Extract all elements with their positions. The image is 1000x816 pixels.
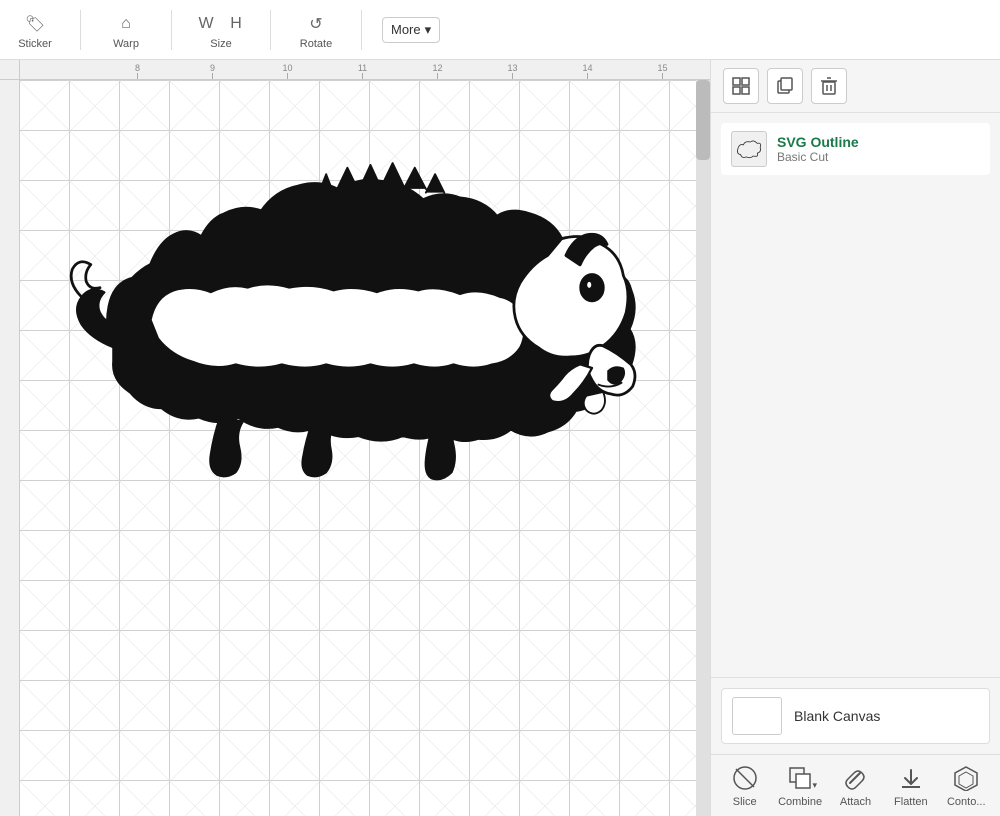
ruler-tick-10: 10 bbox=[250, 63, 325, 79]
top-toolbar: 🏷 Sticker ⌂ Warp W H Size ↺ Rotate More … bbox=[0, 0, 1000, 60]
sticker-icon: 🏷 bbox=[21, 10, 49, 38]
flatten-tool[interactable]: Flatten bbox=[886, 763, 936, 808]
divider-1 bbox=[80, 10, 81, 50]
add-layer-button[interactable] bbox=[723, 68, 759, 104]
scrollbar-thumb[interactable] bbox=[696, 80, 710, 160]
more-arrow: ▾ bbox=[425, 22, 432, 38]
layer-type: Basic Cut bbox=[777, 150, 859, 164]
divider-2 bbox=[171, 10, 172, 50]
contour-icon bbox=[951, 763, 981, 793]
layer-info: SVG Outline Basic Cut bbox=[777, 134, 859, 164]
size-label: Size bbox=[210, 38, 231, 50]
ruler-left bbox=[0, 80, 20, 816]
ruler-tick-12: 12 bbox=[400, 63, 475, 79]
contour-tool[interactable]: Conto... bbox=[941, 763, 991, 808]
layer-item[interactable]: SVG Outline Basic Cut bbox=[721, 123, 990, 175]
attach-label: Attach bbox=[840, 796, 871, 808]
grid-canvas[interactable] bbox=[20, 80, 696, 816]
attach-icon bbox=[840, 763, 870, 793]
canvas-area: 8 9 10 11 12 13 bbox=[0, 60, 710, 816]
ruler-tick-14: 14 bbox=[550, 63, 625, 79]
warp-tool[interactable]: ⌂ Warp bbox=[101, 10, 151, 50]
warp-label: Warp bbox=[113, 38, 139, 50]
more-button[interactable]: More ▾ bbox=[382, 17, 440, 43]
contour-label: Conto... bbox=[947, 796, 986, 808]
combine-icon: ▾ bbox=[785, 763, 815, 793]
ruler-tick-13: 13 bbox=[475, 63, 550, 79]
delete-layer-button[interactable] bbox=[811, 68, 847, 104]
combine-label: Combine bbox=[778, 796, 822, 808]
bottom-toolbar: Slice ▾ Combine Attach Flatten C bbox=[711, 754, 1000, 816]
attach-tool[interactable]: Attach bbox=[830, 763, 880, 808]
scrollbar-right[interactable] bbox=[696, 80, 710, 816]
blank-canvas-label: Blank Canvas bbox=[794, 708, 880, 724]
sticker-tool[interactable]: 🏷 Sticker bbox=[10, 10, 60, 50]
rotate-label: Rotate bbox=[300, 38, 332, 50]
blank-canvas-item[interactable]: Blank Canvas bbox=[721, 688, 990, 744]
divider-4 bbox=[361, 10, 362, 50]
blank-canvas-area: Blank Canvas bbox=[711, 677, 1000, 754]
rotate-icon: ↺ bbox=[302, 10, 330, 38]
hog-image bbox=[40, 130, 640, 510]
sticker-label: Sticker bbox=[18, 38, 52, 50]
divider-3 bbox=[270, 10, 271, 50]
hog-svg bbox=[40, 130, 640, 510]
layer-thumbnail bbox=[731, 131, 767, 167]
flatten-icon bbox=[896, 763, 926, 793]
rotate-tool[interactable]: ↺ Rotate bbox=[291, 10, 341, 50]
flatten-label: Flatten bbox=[894, 796, 928, 808]
layer-icons-bar bbox=[711, 60, 1000, 113]
duplicate-layer-button[interactable] bbox=[767, 68, 803, 104]
ruler-top: 8 9 10 11 12 13 bbox=[20, 60, 710, 80]
ruler-tick-8: 8 bbox=[100, 63, 175, 79]
layer-name: SVG Outline bbox=[777, 134, 859, 150]
ruler-tick-9: 9 bbox=[175, 63, 250, 79]
width-icon: W bbox=[192, 10, 220, 38]
more-label: More bbox=[391, 22, 421, 37]
blank-canvas-thumbnail bbox=[732, 697, 782, 735]
combine-tool[interactable]: ▾ Combine bbox=[775, 763, 825, 808]
ruler-tick-11: 11 bbox=[325, 63, 400, 79]
layer-spacer bbox=[711, 405, 1000, 677]
warp-icon: ⌂ bbox=[112, 10, 140, 38]
height-icon: H bbox=[222, 10, 250, 38]
size-tool: W H Size bbox=[192, 10, 250, 50]
slice-tool[interactable]: Slice bbox=[720, 763, 770, 808]
right-panel: Layers Color Sync ✕ SVG Outline bbox=[710, 0, 1000, 816]
combine-arrow-icon: ▾ bbox=[813, 780, 818, 791]
ruler-corner bbox=[0, 60, 20, 80]
slice-label: Slice bbox=[733, 796, 757, 808]
slice-icon bbox=[730, 763, 760, 793]
ruler-tick-15: 15 bbox=[625, 63, 700, 79]
layer-list: SVG Outline Basic Cut bbox=[711, 113, 1000, 405]
